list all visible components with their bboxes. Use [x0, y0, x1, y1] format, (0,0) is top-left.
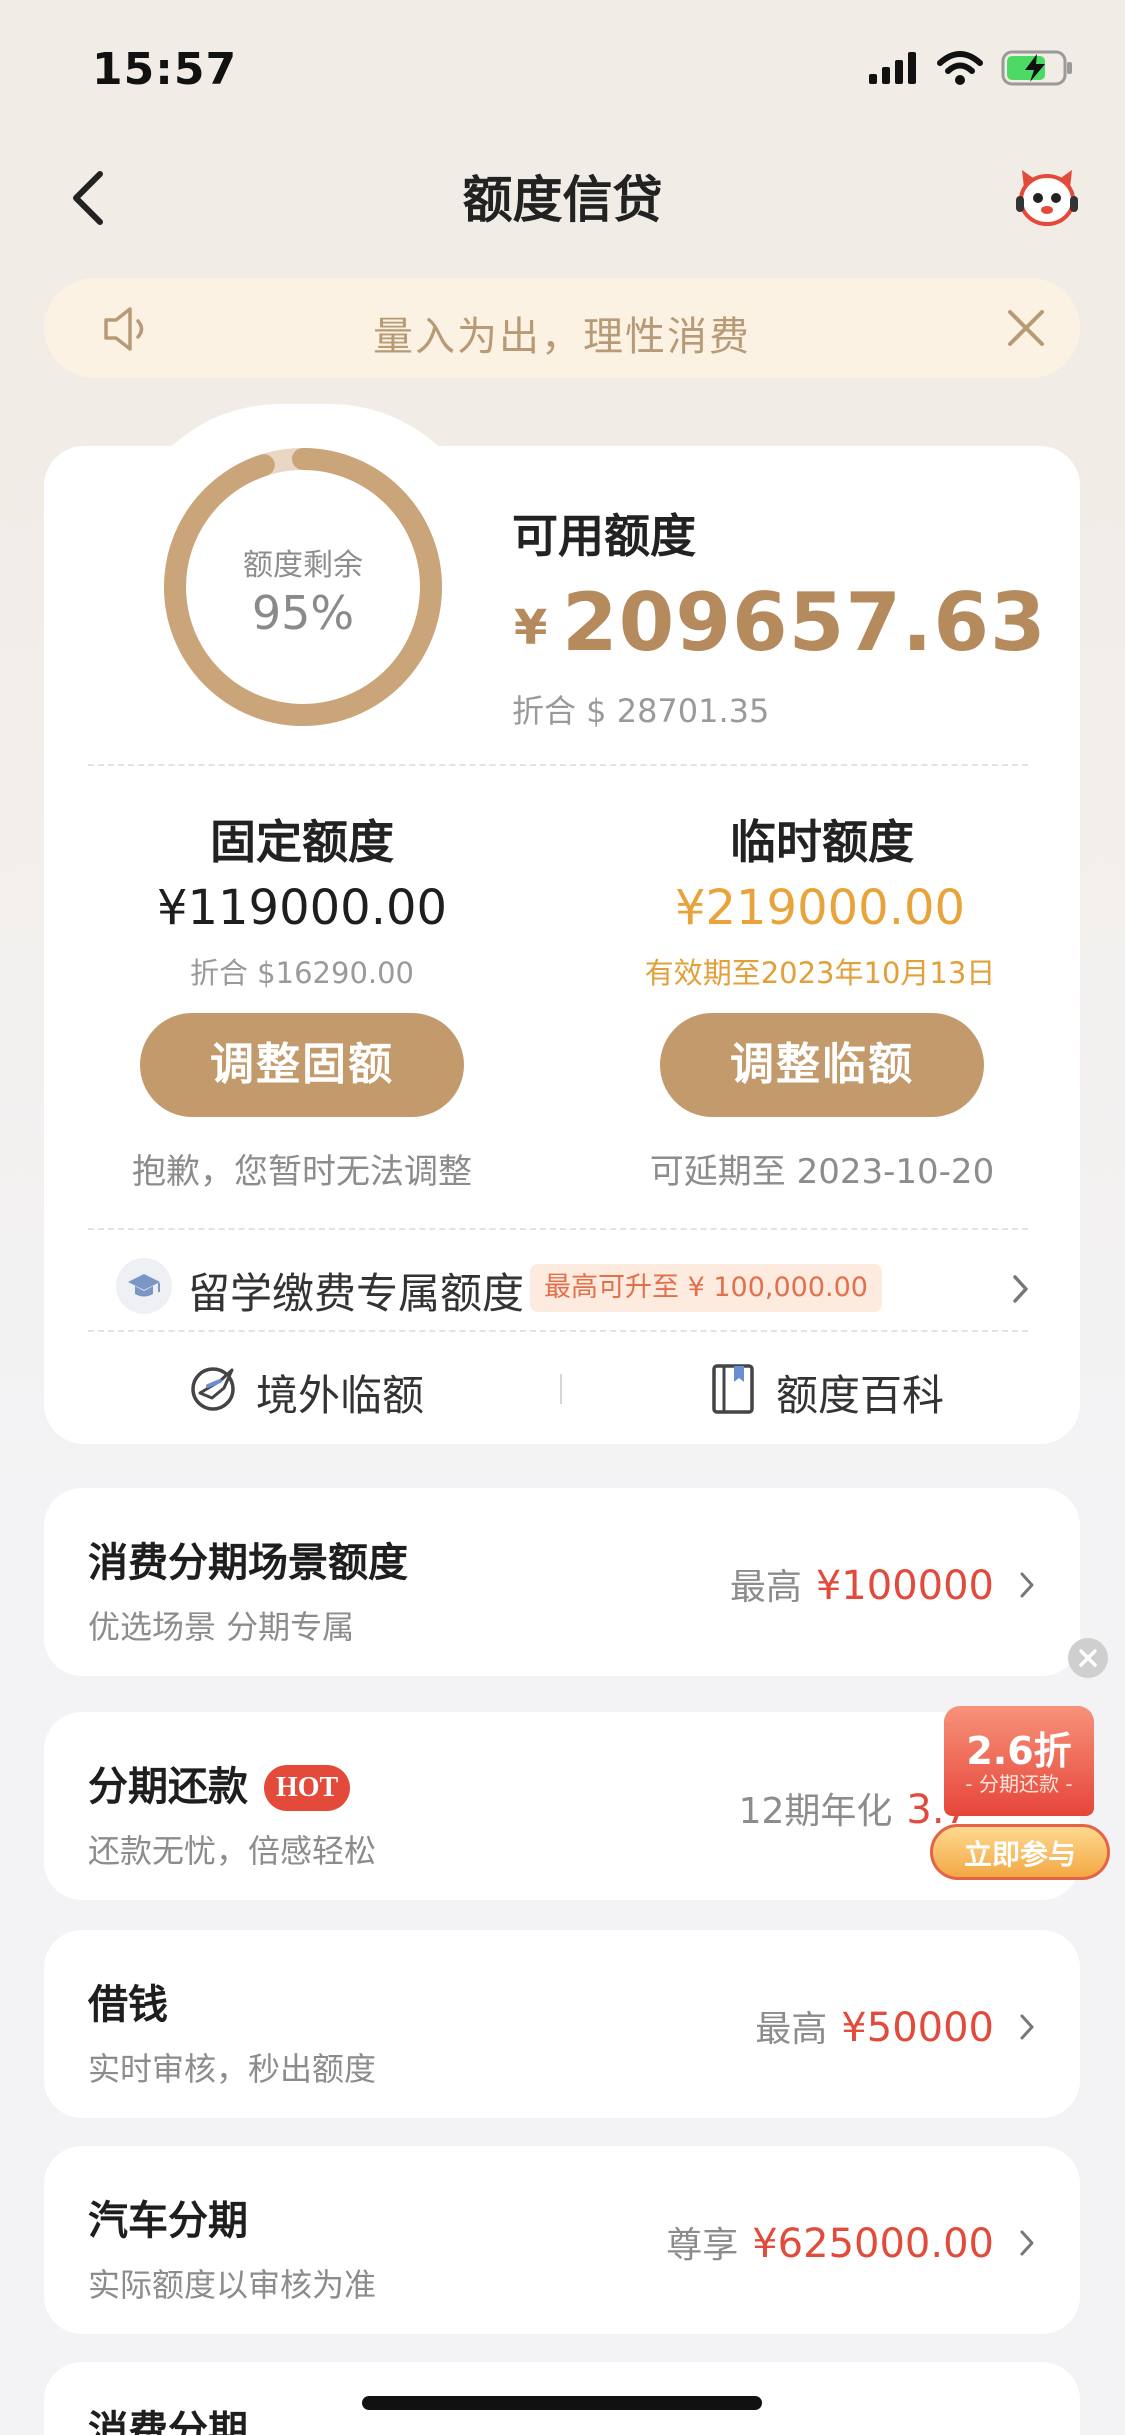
list-item-car-installment[interactable]: 汽车分期 实际额度以审核为准 尊享 ¥625000.00 — [44, 2146, 1080, 2334]
available-credit-amount: 209657.63 — [562, 576, 1047, 669]
hot-badge: HOT — [264, 1765, 351, 1811]
close-icon[interactable] — [1004, 306, 1048, 350]
ring-value: 95% — [251, 586, 355, 640]
plane-icon[interactable] — [186, 1362, 240, 1416]
notice-bar: 量入为出，理性消费 — [44, 278, 1080, 378]
row-subtitle: 实时审核，秒出额度 — [88, 2050, 377, 2088]
row-value: 尊享 ¥625000.00 — [666, 2216, 994, 2268]
adjust-fixed-button[interactable]: 调整固额 — [140, 1013, 464, 1117]
temp-extend-note: 可延期至 2023-10-20 — [649, 1152, 995, 1192]
row-title: 借钱 — [88, 1982, 168, 2028]
study-abroad-credit-label[interactable]: 留学缴费专属额度 — [188, 1260, 524, 1321]
fixed-adjust-note: 抱歉，您暂时无法调整 — [132, 1152, 472, 1192]
row-value: 最高 ¥50000 — [755, 2000, 994, 2052]
book-icon[interactable] — [710, 1362, 756, 1416]
list-item-consumer-installment-credit[interactable]: 消费分期场景额度 优选场景 分期专属 最高 ¥100000 — [44, 1488, 1080, 1676]
divider — [88, 764, 1028, 766]
row-subtitle: 优选场景 分期专属 — [88, 1608, 355, 1646]
temp-credit-title: 临时额度 — [730, 815, 914, 869]
fixed-credit-title: 固定额度 — [210, 815, 394, 869]
study-abroad-badge: 最高可升至 ¥ 100,000.00 — [530, 1264, 882, 1312]
row-value-amount: ¥50000 — [841, 2005, 994, 2051]
temp-credit-amount: ¥219000.00 — [674, 880, 966, 936]
close-icon — [1079, 1649, 1097, 1667]
page-title: 额度信贷 — [462, 171, 663, 229]
available-currency: ¥ — [514, 600, 548, 656]
fixed-credit-amount: ¥119000.00 — [156, 880, 448, 936]
row-subtitle: 还款无忧，倍感轻松 — [88, 1832, 377, 1870]
divider — [88, 1330, 1028, 1332]
fixed-credit-converted: 折合 $16290.00 — [189, 956, 415, 990]
graduation-cap-icon — [116, 1258, 172, 1314]
promo-close-button[interactable] — [1068, 1638, 1108, 1678]
row-title: 分期还款 HOT — [88, 1754, 351, 1812]
available-credit-title: 可用额度 — [512, 509, 696, 563]
wifi-icon — [937, 51, 983, 85]
promo-caption: - 分期还款 - — [965, 1772, 1073, 1796]
row-title-text: 分期还款 — [88, 1764, 248, 1810]
row-value-prefix: 尊享 — [666, 2225, 739, 2266]
chevron-right-icon — [1020, 2230, 1034, 2256]
row-value-prefix: 12期年化 — [738, 1791, 893, 1832]
chevron-right-icon[interactable] — [1010, 1272, 1032, 1306]
row-value-amount: ¥100000 — [815, 1563, 994, 1609]
status-time: 15:57 — [92, 44, 238, 95]
list-item-installment-repayment[interactable]: 分期还款 HOT 还款无忧，倍感轻松 12期年化 3.7 — [44, 1712, 1080, 1900]
row-value: 最高 ¥100000 — [730, 1558, 994, 1610]
row-value-amount: ¥625000.00 — [752, 2221, 994, 2267]
row-title: 消费分期 — [88, 2408, 248, 2435]
temp-credit-validity: 有效期至2023年10月13日 — [644, 956, 996, 990]
credit-wiki-link[interactable]: 额度百科 — [776, 1362, 944, 1423]
ring-label: 额度剩余 — [243, 548, 363, 583]
link-separator — [560, 1374, 562, 1404]
signal-icon — [869, 52, 916, 84]
promo-discount: 2.6折 — [966, 1729, 1072, 1773]
mascot-assistant-icon[interactable] — [1014, 166, 1080, 228]
chevron-right-icon — [1020, 1572, 1034, 1598]
row-title: 汽车分期 — [88, 2198, 248, 2244]
battery-charging-icon — [1001, 50, 1072, 86]
chevron-right-icon — [1020, 2014, 1034, 2040]
installment-discount-promo[interactable]: 2.6折 - 分期还款 - 立即参与 — [930, 1706, 1110, 1882]
promo-join-button[interactable]: 立即参与 — [930, 1824, 1110, 1880]
overseas-temp-credit-link[interactable]: 境外临额 — [256, 1362, 424, 1423]
adjust-temp-button[interactable]: 调整临额 — [660, 1013, 984, 1117]
status-icons — [869, 50, 1073, 86]
row-value-prefix: 最高 — [755, 2009, 828, 2050]
list-item-borrow[interactable]: 借钱 实时审核，秒出额度 最高 ¥50000 — [44, 1930, 1080, 2118]
row-title: 消费分期场景额度 — [88, 1540, 408, 1586]
home-indicator — [362, 2396, 762, 2410]
row-value-prefix: 最高 — [729, 1567, 802, 1608]
row-subtitle: 实际额度以审核为准 — [88, 2266, 377, 2304]
available-converted: 折合 $ 28701.35 — [512, 692, 770, 730]
notice-text: 量入为出，理性消费 — [373, 314, 751, 360]
divider — [88, 1228, 1028, 1230]
